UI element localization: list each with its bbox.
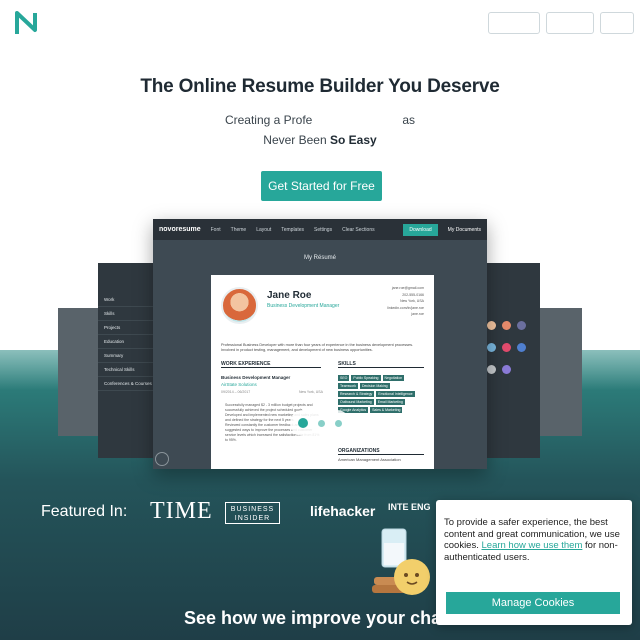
download-button: Download [403, 223, 438, 236]
doc-title: My Résumé [303, 255, 336, 261]
lifehacker-logo: lifehacker [310, 503, 376, 519]
resume-summary: Professional Business Developer with mor… [221, 343, 414, 352]
toolbar-item: Layout [256, 226, 272, 233]
color-swatch [502, 343, 511, 352]
color-swatch [487, 321, 496, 330]
skill-tag: Emotional Intelligence [376, 391, 415, 397]
subtitle-prefix: Creating a Profe [224, 113, 313, 127]
left-back-panel [58, 308, 102, 436]
nav-button-1[interactable] [488, 12, 540, 34]
panel-item: Conferences & Courses [98, 377, 158, 391]
color-swatches [480, 313, 540, 387]
panel-item: Work [98, 293, 158, 307]
resume-contact: jane.roe@gmail.com 202-555-0166 New York… [387, 285, 424, 318]
color-swatch [517, 343, 526, 352]
skill-tag: Public Speaking [351, 375, 381, 381]
contact-line: jane.roe [411, 312, 424, 316]
section-heading: See how we improve your cha [184, 608, 442, 628]
panel-item: Projects [98, 321, 158, 335]
featured-label: Featured In: [41, 503, 128, 520]
job-location: New York, USA [299, 390, 323, 394]
business-insider-logo: BUSINESS INSIDER [225, 502, 280, 524]
carousel-dot[interactable] [335, 419, 342, 427]
skill-tag: Teamwork [338, 383, 358, 389]
carousel-dot[interactable] [298, 418, 308, 428]
hero-subtitle: Creating a Profe as Never Been So Easy [0, 110, 640, 150]
job-dates: 09/2014 – 06/2017 [221, 390, 251, 394]
resume-name: Jane Roe [267, 290, 312, 301]
panel-item: Summary [98, 349, 158, 363]
org-item: American Management Association [338, 457, 401, 462]
get-started-button[interactable]: Get Started for Free [261, 171, 382, 201]
resume-preview: Jane Roe Business Development Manager ja… [211, 275, 434, 469]
panel-item: Skills [98, 307, 158, 321]
app-toolbar: novoresume Font Theme Layout Templates S… [153, 219, 487, 240]
subtitle-bold: So Easy [330, 133, 377, 147]
subtitle-suffix: as [402, 113, 416, 127]
right-back-panel [538, 308, 582, 436]
job-title: Business Development Manager [221, 375, 291, 380]
manage-cookies-button[interactable]: Manage Cookies [446, 592, 620, 614]
documents-link: My Documents [447, 226, 481, 233]
color-swatch [487, 343, 496, 352]
toolbar-item: Templates [281, 226, 305, 233]
interesting-engineering-logo: INTE ENG [388, 502, 431, 512]
novoresume-logo-icon[interactable] [14, 10, 38, 36]
pager-circle-icon[interactable] [155, 452, 169, 466]
contact-line: jane.roe@gmail.com [391, 286, 424, 290]
cookie-banner: To provide a safer experience, the best … [436, 500, 632, 625]
carousel-dot[interactable] [318, 419, 325, 427]
toolbar-item: Clear Sections [342, 226, 375, 233]
toolbar-item: Font [210, 226, 221, 233]
skill-tag: Negotiation [382, 375, 405, 381]
color-swatch [487, 365, 496, 374]
avatar [221, 287, 258, 324]
cookie-text: To provide a safer experience, the best … [444, 517, 624, 563]
skills-heading: SKILLS [338, 361, 424, 368]
skill-tag: Email Marketing [375, 399, 405, 405]
color-swatch [517, 321, 526, 330]
panel-item: Technical Skills [98, 363, 158, 377]
skill-tag: Decision Making [359, 383, 390, 389]
cookie-mascot-icon [372, 528, 430, 595]
top-nav [488, 12, 634, 34]
skill-tag: Outbound Marketing [338, 399, 374, 405]
skill-tags: SEO Public Speaking Negotiation Teamwork Dec… [338, 375, 424, 413]
subtitle-plain: Never Been [263, 133, 327, 147]
hero-heading: The Online Resume Builder You Deserve [140, 76, 500, 97]
company-name: AirState Solutions [221, 382, 257, 387]
toolbar-item: Settings [314, 226, 333, 233]
carousel-dots[interactable] [290, 410, 350, 436]
resume-role: Business Development Manager [267, 303, 340, 309]
learn-more-link[interactable]: Learn how we use them [482, 540, 583, 551]
color-swatch [502, 365, 511, 374]
right-style-panel [480, 263, 540, 458]
app-brand: novoresume [159, 226, 201, 233]
left-section-panel: Work Skills Projects Education Summary T… [98, 263, 158, 458]
nav-button-3[interactable] [600, 12, 634, 34]
toolbar-item: Theme [230, 226, 247, 233]
work-heading: WORK EXPERIENCE [221, 361, 321, 368]
panel-item: Education [98, 335, 158, 349]
skill-tag: SEO [338, 375, 350, 381]
time-logo: TIME [150, 498, 213, 524]
skill-tag: Research & Strategy [338, 391, 375, 397]
nav-button-2[interactable] [546, 12, 594, 34]
skill-tag: Sales & Marketing [370, 407, 403, 413]
color-swatch [502, 321, 511, 330]
orgs-heading: ORGANIZATIONS [338, 448, 424, 455]
